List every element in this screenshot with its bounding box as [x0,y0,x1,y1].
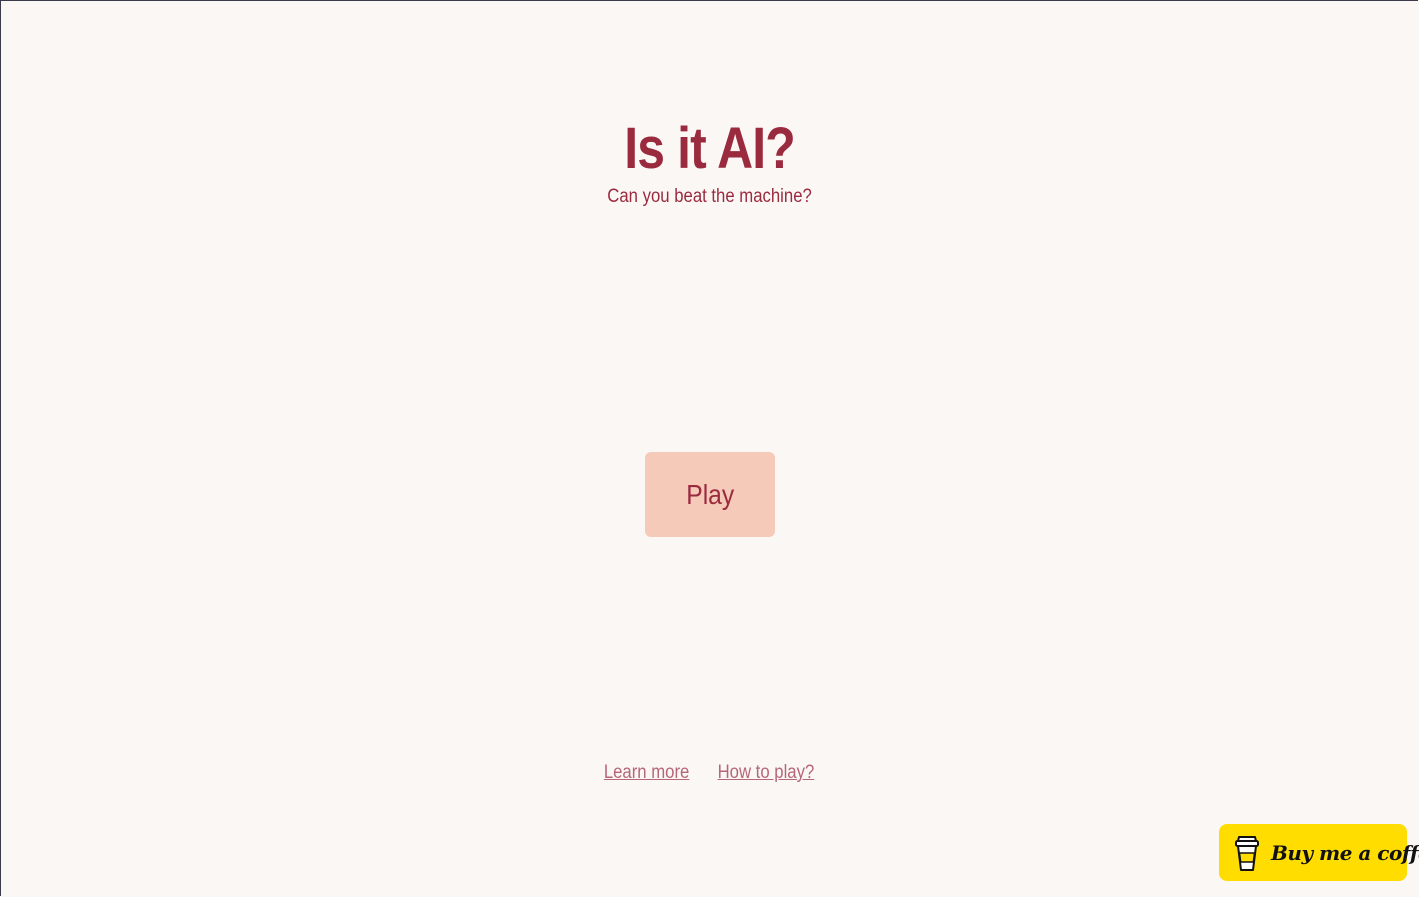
play-button[interactable]: Play [645,452,775,537]
learn-more-link[interactable]: Learn more [604,761,690,785]
coffee-button-label: Buy me a coffee [1271,840,1419,865]
play-button-label: Play [686,478,734,510]
how-to-play-link[interactable]: How to play? [717,761,814,785]
buy-me-a-coffee-button[interactable]: Buy me a coffee [1219,824,1419,881]
page-title: Is it AI? [624,116,795,181]
coffee-cup-icon [1233,833,1261,873]
footer-links: Learn more How to play? [0,761,1419,785]
page-subtitle: Can you beat the machine? [607,186,812,207]
